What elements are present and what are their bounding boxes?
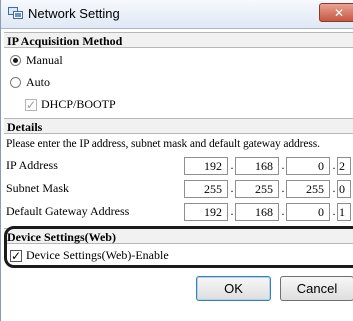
details-header: Details (4, 118, 353, 134)
dhcp-label: DHCP/BOOTP (41, 97, 116, 111)
gateway-octet-2[interactable]: 168 (235, 203, 279, 221)
details-description-text: Please enter the IP address, subnet mask… (6, 138, 320, 150)
dhcp-checkbox-row[interactable]: ✓ DHCP/BOOTP (4, 94, 353, 115)
window-title: Network Setting (28, 6, 120, 21)
gateway-row: Default Gateway Address 192 . 168 . 0 . … (4, 201, 353, 222)
network-app-icon (8, 7, 23, 19)
auto-radio-row[interactable]: Auto (4, 72, 353, 93)
subnet-octet-2[interactable]: 255 (235, 180, 279, 198)
ip-address-octet-3[interactable]: 0 (286, 157, 330, 175)
manual-label: Manual (26, 53, 63, 67)
gateway-octet-3[interactable]: 0 (286, 203, 330, 221)
ip-acquisition-header: IP Acquisition Method (4, 32, 353, 48)
ip-address-octet-2[interactable]: 168 (235, 157, 279, 175)
checkmark-icon: ✓ (26, 98, 37, 112)
gateway-octet-1[interactable]: 192 (184, 203, 228, 221)
ip-address-label: IP Address (6, 158, 58, 172)
cancel-button[interactable]: Cancel (280, 276, 353, 301)
subnet-mask-row: Subnet Mask 255 . 255 . 255 . 0 (4, 178, 353, 199)
details-description: Please enter the IP address, subnet mask… (4, 134, 353, 155)
dhcp-checkbox[interactable]: ✓ (25, 98, 37, 112)
network-setting-dialog: Network Setting ✕ IP Acquisition Method … (0, 0, 353, 321)
close-button[interactable]: ✕ (319, 3, 353, 22)
auto-label: Auto (26, 75, 50, 89)
ip-address-row: IP Address 192 . 168 . 0 . 2 (4, 155, 353, 176)
gateway-label: Default Gateway Address (6, 204, 130, 218)
device-settings-highlight (4, 226, 353, 268)
close-icon: ✕ (334, 6, 345, 20)
manual-radio-row[interactable]: Manual (4, 50, 353, 71)
subnet-octet-3[interactable]: 255 (286, 180, 330, 198)
ok-button[interactable]: OK (196, 276, 271, 301)
gateway-octet-4[interactable]: 1 (337, 203, 351, 221)
subnet-octet-1[interactable]: 255 (184, 180, 228, 198)
ip-address-octet-4[interactable]: 2 (337, 157, 351, 175)
subnet-octet-4[interactable]: 0 (337, 180, 351, 198)
auto-radio[interactable] (10, 77, 21, 88)
subnet-mask-label: Subnet Mask (6, 181, 69, 195)
manual-radio[interactable] (10, 55, 21, 66)
title-bar[interactable]: Network Setting ✕ (1, 0, 353, 29)
ip-address-octet-1[interactable]: 192 (184, 157, 228, 175)
